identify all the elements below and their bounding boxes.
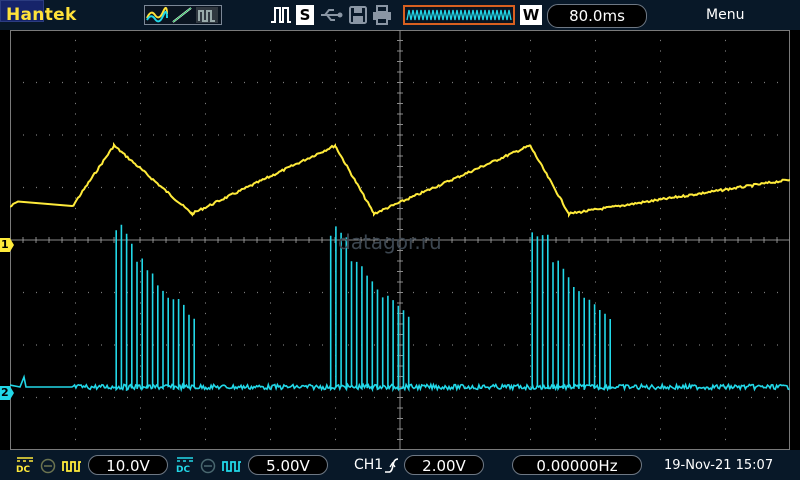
printer-icon[interactable] [371, 5, 393, 25]
timebase-display[interactable]: 80.0ms [547, 4, 647, 28]
watermark: datagor.ru [338, 230, 442, 254]
memory-waveform-icon[interactable] [403, 5, 515, 25]
trigger-source[interactable]: CH1 [354, 457, 383, 473]
pulse-trigger-icon[interactable] [270, 5, 292, 25]
save-disk-icon[interactable] [348, 5, 368, 25]
top-toolbar: Hantek S W 80.0ms Menu [0, 0, 800, 30]
wave-select-icons[interactable] [144, 5, 222, 25]
ch1-volts-div[interactable]: 10.0V [88, 455, 168, 475]
single-mode-button[interactable]: S [296, 5, 314, 25]
ch2-status-circle-icon [200, 458, 216, 474]
wave-mode-button[interactable]: W [520, 5, 542, 25]
ch1-bandwidth-icon [62, 458, 82, 472]
rising-edge-icon [384, 457, 400, 474]
datetime-display: 19-Nov-21 15:07 [664, 458, 774, 473]
ch2-bandwidth-icon [222, 458, 242, 472]
brand-logo: Hantek [6, 5, 77, 25]
menu-button[interactable]: Menu [706, 7, 744, 23]
ch2-volts-div[interactable]: 5.00V [248, 455, 328, 475]
ch1-coupling-label: DC [16, 465, 31, 475]
ch1-status-circle-icon [40, 458, 56, 474]
ch2-coupling-label: DC [176, 465, 191, 475]
trigger-level[interactable]: 2.00V [404, 455, 484, 475]
ch2-coupling-icon: DC [176, 456, 194, 475]
frequency-readout: 0.00000Hz [512, 455, 642, 475]
ch1-coupling-icon: DC [16, 456, 34, 475]
bottom-status-bar: DC 10.0V DC 5.00V CH1 2.00V 0.00000Hz 19… [0, 450, 800, 480]
usb-icon [319, 5, 345, 25]
